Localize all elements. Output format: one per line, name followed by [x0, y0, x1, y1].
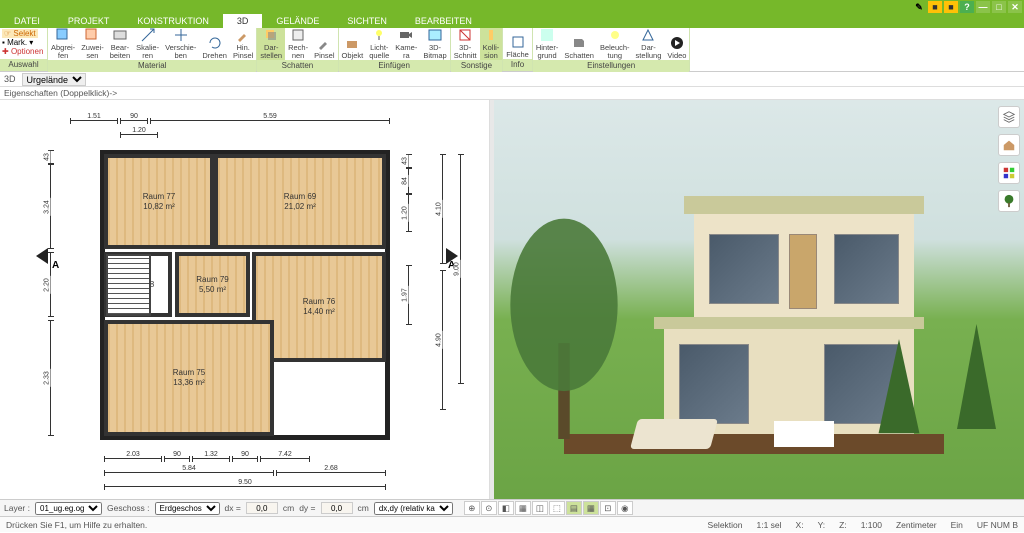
insert-object[interactable]: Objekt	[339, 28, 367, 60]
shadow-calc[interactable]: Rech-nen	[285, 28, 311, 60]
tab-projekt[interactable]: PROJEKT	[54, 14, 124, 28]
layers-icon[interactable]	[998, 106, 1020, 128]
layer-select[interactable]: 01_ug.eg.og	[35, 502, 102, 515]
status-bar: Drücken Sie F1, um Hilfe zu erhalten. Se…	[0, 516, 1024, 532]
tab-sichten[interactable]: SICHTEN	[333, 14, 401, 28]
snap-btn-10[interactable]: ◉	[617, 501, 633, 515]
material-rotate[interactable]: Drehen	[199, 28, 230, 60]
material-move[interactable]: Verschie-ben	[162, 28, 199, 60]
dx-input[interactable]	[246, 502, 278, 514]
color-icon[interactable]: ■	[928, 1, 942, 13]
collision[interactable]: Kolli-sion	[480, 28, 503, 60]
insert-light[interactable]: Licht-quelle	[366, 28, 392, 60]
snap-btn-8[interactable]: ▦	[583, 501, 599, 515]
terrain-select[interactable]: Urgelände	[22, 73, 86, 86]
pencil-icon[interactable]: ✎	[912, 1, 926, 13]
insert-camera[interactable]: Kame-ra	[392, 28, 420, 60]
options-button[interactable]: ✚ Optionen	[2, 47, 43, 56]
3d-section[interactable]: 3D-Schnitt	[451, 28, 480, 60]
palette-icon[interactable]	[998, 162, 1020, 184]
3d-view[interactable]	[494, 100, 1024, 499]
tab-3d[interactable]: 3D	[223, 14, 263, 28]
snap-btn-7[interactable]: ▤	[566, 501, 582, 515]
snap-btn-9[interactable]: ⊡	[600, 501, 616, 515]
material-scale[interactable]: Skalie-ren	[133, 28, 162, 60]
bg-brush[interactable]: Hin.Pinsel	[230, 28, 256, 60]
settings-bg[interactable]: Hinter-grund	[533, 28, 562, 60]
snap-btn-5[interactable]: ◫	[532, 501, 548, 515]
snap-btn-6[interactable]: ⬚	[549, 501, 565, 515]
view-info-bar: 3D Urgelände	[0, 72, 1024, 87]
close-button[interactable]: ✕	[1008, 1, 1022, 13]
properties-hint: Eigenschaften (Doppelklick)->	[0, 87, 1024, 100]
snap-btn-1[interactable]: ⊕	[464, 501, 480, 515]
color2-icon[interactable]: ■	[944, 1, 958, 13]
floorplan-view[interactable]: Raum 7710,82 m² Raum 6921,02 m² Raum 795…	[0, 100, 490, 499]
coord-mode[interactable]: dx,dy (relativ ka	[374, 502, 453, 515]
settings-video[interactable]: Video	[664, 28, 689, 60]
tab-datei[interactable]: DATEI	[0, 14, 54, 28]
tab-gelaende[interactable]: GELÄNDE	[262, 14, 333, 28]
tree-icon[interactable]	[998, 190, 1020, 212]
ribbon: ☞ Selekt ▪ Mark. ▾ ✚ Optionen Auswahl Ab…	[0, 28, 1024, 72]
help-icon[interactable]: ?	[960, 1, 974, 13]
status-hint: Drücken Sie F1, um Hilfe zu erhalten.	[6, 520, 147, 530]
material-pick[interactable]: Abgrei-fen	[48, 28, 78, 60]
minimize-button[interactable]: —	[976, 1, 990, 13]
tab-bearbeiten[interactable]: BEARBEITEN	[401, 14, 486, 28]
snap-btn-4[interactable]: ▦	[515, 501, 531, 515]
area-info[interactable]: Fläche	[503, 28, 532, 59]
view-mode: 3D	[4, 74, 16, 84]
coord-bar: Layer : 01_ug.eg.og Geschoss : Erdgescho…	[0, 499, 1024, 516]
settings-light[interactable]: Beleuch-tung	[597, 28, 633, 60]
insert-bitmap[interactable]: 3D-Bitmap	[420, 28, 449, 60]
mark-button[interactable]: ▪ Mark. ▾	[2, 38, 33, 47]
shadow-brush[interactable]: Pinsel	[311, 28, 337, 60]
settings-display[interactable]: Dar-stellung	[633, 28, 665, 60]
snap-btn-2[interactable]: ⊙	[481, 501, 497, 515]
select-button[interactable]: ☞ Selekt	[2, 29, 38, 38]
tab-konstruktion[interactable]: KONSTRUKTION	[123, 14, 223, 28]
material-assign[interactable]: Zuwei-sen	[78, 28, 107, 60]
shadow-show[interactable]: Dar-stellen	[257, 28, 285, 60]
material-edit[interactable]: Bear-beiten	[107, 28, 133, 60]
snap-btn-3[interactable]: ◧	[498, 501, 514, 515]
ribbon-tabs: DATEI PROJEKT KONSTRUKTION 3D GELÄNDE SI…	[0, 14, 1024, 28]
settings-shadow[interactable]: Schatten	[561, 28, 597, 60]
maximize-button[interactable]: □	[992, 1, 1006, 13]
floor-select[interactable]: Erdgeschos	[155, 502, 220, 515]
dy-input[interactable]	[321, 502, 353, 514]
house-icon[interactable]	[998, 134, 1020, 156]
